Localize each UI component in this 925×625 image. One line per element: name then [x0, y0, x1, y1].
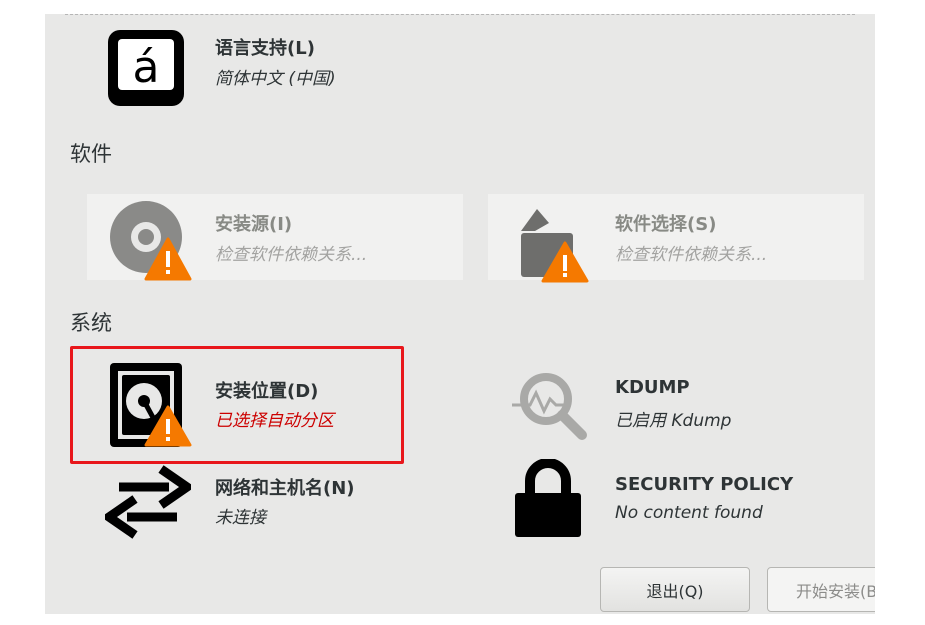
install-source-status: 检查软件依赖关系...	[215, 245, 368, 265]
kdump-spoke[interactable]: KDUMP 已启用 Kdump	[510, 359, 850, 449]
language-support-status: 简体中文 (中国)	[215, 69, 336, 89]
install-source-spoke[interactable]: 安装源(I) 检查软件依赖关系...	[105, 194, 445, 283]
kdump-status: 已启用 Kdump	[615, 411, 732, 431]
magnifier-icon	[510, 367, 590, 447]
network-hostname-spoke[interactable]: 网络和主机名(N) 未连接	[101, 459, 405, 549]
highlight-annotation-box	[70, 346, 404, 464]
kdump-title: KDUMP	[615, 377, 690, 398]
installation-summary-panel: á 语言支持(L) 简体中文 (中国) 软件 安装源(I) 检查软件依赖关系..…	[45, 14, 875, 614]
quit-button[interactable]: 退出(Q)	[600, 567, 750, 612]
software-selection-title: 软件选择(S)	[615, 214, 717, 235]
network-hostname-status: 未连接	[215, 508, 266, 528]
begin-installation-button[interactable]: 开始安装(B)	[767, 567, 875, 612]
software-section-label: 软件	[70, 142, 112, 166]
security-policy-title: SECURITY POLICY	[615, 474, 794, 495]
system-section-label: 系统	[70, 311, 112, 335]
security-policy-spoke[interactable]: SECURITY POLICY No content found	[510, 458, 850, 549]
software-selection-spoke[interactable]: 软件选择(S) 检查软件依赖关系...	[515, 194, 855, 283]
package-icon	[515, 201, 599, 285]
top-divider	[65, 14, 855, 15]
network-arrows-icon	[101, 459, 195, 545]
language-glyph: á	[133, 42, 160, 93]
disc-icon	[108, 199, 192, 283]
network-hostname-title: 网络和主机名(N)	[215, 478, 355, 499]
software-selection-status: 检查软件依赖关系...	[615, 245, 768, 265]
lock-icon	[513, 458, 583, 539]
language-support-spoke[interactable]: á 语言支持(L) 简体中文 (中国)	[105, 28, 405, 108]
language-support-title: 语言支持(L)	[215, 38, 315, 59]
security-policy-status: No content found	[615, 503, 763, 523]
keyboard-a-acute-icon: á	[108, 30, 184, 106]
install-source-title: 安装源(I)	[215, 214, 293, 235]
